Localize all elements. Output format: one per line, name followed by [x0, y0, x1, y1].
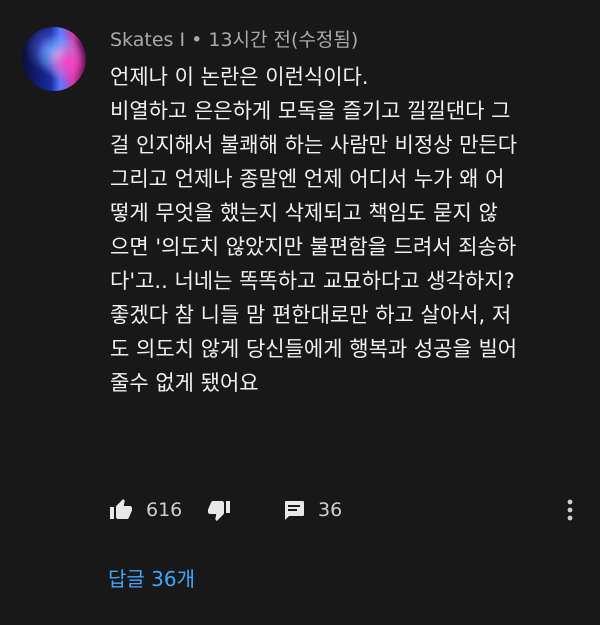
comment-line: 다'고.. 너네는 똑똑하고 교묘하다고 생각하지? — [110, 269, 515, 293]
comment-line: 좋겠다 참 니들 맘 편한대로만 하고 살아서, 저 — [110, 303, 512, 327]
comment-line: 그리고 언제나 종말엔 언제 어디서 누가 왜 어 — [110, 167, 505, 191]
avatar[interactable] — [22, 27, 86, 91]
more-vertical-icon — [567, 499, 573, 521]
comment-body: 언제나 이 논란은 이런식이다. 비열하고 은은하게 모독을 즐기고 낄낄댄다 … — [110, 60, 590, 400]
comment-line: 떻게 무엇을 했는지 삭제되고 책임도 묻지 않 — [110, 201, 498, 225]
view-replies-link[interactable]: 답글 36개 — [108, 564, 195, 594]
comment-meta: Skates I • 13시간 전(수정됨) — [110, 27, 358, 53]
dislike-button[interactable] — [206, 494, 232, 526]
meta-separator: • — [191, 29, 203, 51]
comment-line: 으면 '의도치 않았지만 불편함을 드려서 죄송하 — [110, 235, 517, 259]
comment-line: 줄수 없게 됐어요 — [110, 371, 259, 395]
like-button[interactable]: 616 — [108, 494, 182, 526]
comment-line: 걸 인지해서 불쾌해 하는 사람만 비정상 만든다 — [110, 133, 518, 157]
comment-line: 비열하고 은은하게 모독을 즐기고 낄낄댄다 그 — [110, 99, 511, 123]
comment-time: 13시간 전(수정됨) — [208, 29, 359, 51]
comment-actions: 616 36 — [108, 494, 588, 526]
like-count: 616 — [146, 499, 183, 521]
more-options-button[interactable] — [562, 494, 578, 526]
comment-line: 도 의도치 않게 당신들에게 행복과 성공을 빌어 — [110, 337, 518, 361]
reply-count: 36 — [318, 499, 343, 521]
comment-line: 언제나 이 논란은 이런식이다. — [110, 65, 369, 89]
thumbs-down-icon — [208, 501, 230, 521]
author-name[interactable]: Skates I — [110, 29, 185, 51]
reply-button[interactable]: 36 — [282, 494, 342, 526]
thumbs-up-icon — [110, 499, 132, 519]
comment-icon — [285, 501, 304, 520]
